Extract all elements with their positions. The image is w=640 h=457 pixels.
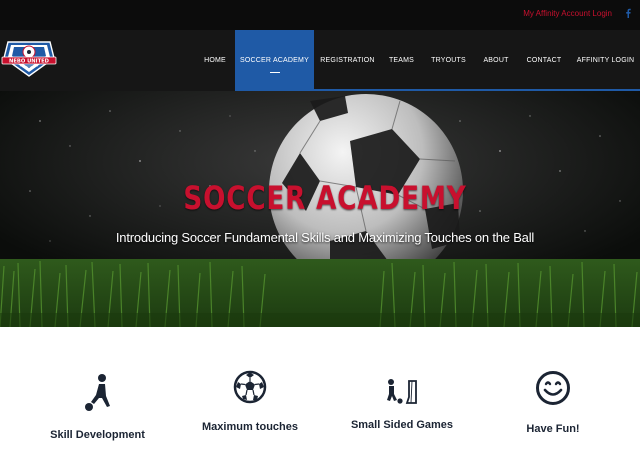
soccer-ball-icon bbox=[233, 370, 267, 404]
smiley-face-icon bbox=[536, 371, 570, 405]
feature-maximum-touches: Maximum touches bbox=[200, 370, 300, 433]
nav-item-home[interactable]: HOME bbox=[195, 30, 235, 91]
nav-item-contact[interactable]: CONTACT bbox=[517, 30, 571, 91]
small-goal-icon bbox=[387, 379, 417, 404]
nav-item-affinity-login[interactable]: AFFINITY LOGIN bbox=[571, 30, 640, 91]
logo-text: NEBO UNITED bbox=[9, 59, 50, 65]
hero-banner: SOCCER ACADEMY Introducing Soccer Fundam… bbox=[0, 91, 640, 327]
primary-nav: HOME SOCCER ACADEMY REGISTRATION TEAMS T… bbox=[195, 30, 640, 91]
facebook-icon[interactable] bbox=[624, 8, 632, 18]
top-utility-bar: My Affinity Account Login bbox=[0, 0, 640, 30]
nav-item-registration[interactable]: REGISTRATION bbox=[314, 30, 381, 91]
hero-title: SOCCER ACADEMY bbox=[183, 179, 467, 217]
feature-skill-development: Skill Development bbox=[40, 373, 155, 441]
feature-label-skill-development: Skill Development bbox=[50, 429, 145, 441]
affinity-account-login-link[interactable]: My Affinity Account Login bbox=[523, 9, 612, 18]
feature-label-small-sided-games: Small Sided Games bbox=[350, 419, 454, 431]
player-kicking-icon bbox=[84, 374, 110, 411]
nav-item-about[interactable]: ABOUT bbox=[475, 30, 517, 91]
feature-label-maximum-touches: Maximum touches bbox=[202, 421, 298, 433]
nav-item-tryouts[interactable]: TRYOUTS bbox=[422, 30, 475, 91]
nebo-united-logo[interactable]: NEBO UNITED bbox=[0, 38, 58, 78]
nav-item-teams[interactable]: TEAMS bbox=[381, 30, 422, 91]
hero-subtitle: Introducing Soccer Fundamental Skills an… bbox=[115, 230, 535, 245]
feature-have-fun: Have Fun! bbox=[510, 370, 596, 435]
feature-small-sided-games: Small Sided Games bbox=[350, 377, 454, 431]
nav-item-soccer-academy[interactable]: SOCCER ACADEMY bbox=[235, 30, 314, 91]
feature-label-have-fun: Have Fun! bbox=[526, 423, 580, 435]
features-section: Skill Development Maximum touches Small … bbox=[0, 327, 640, 457]
